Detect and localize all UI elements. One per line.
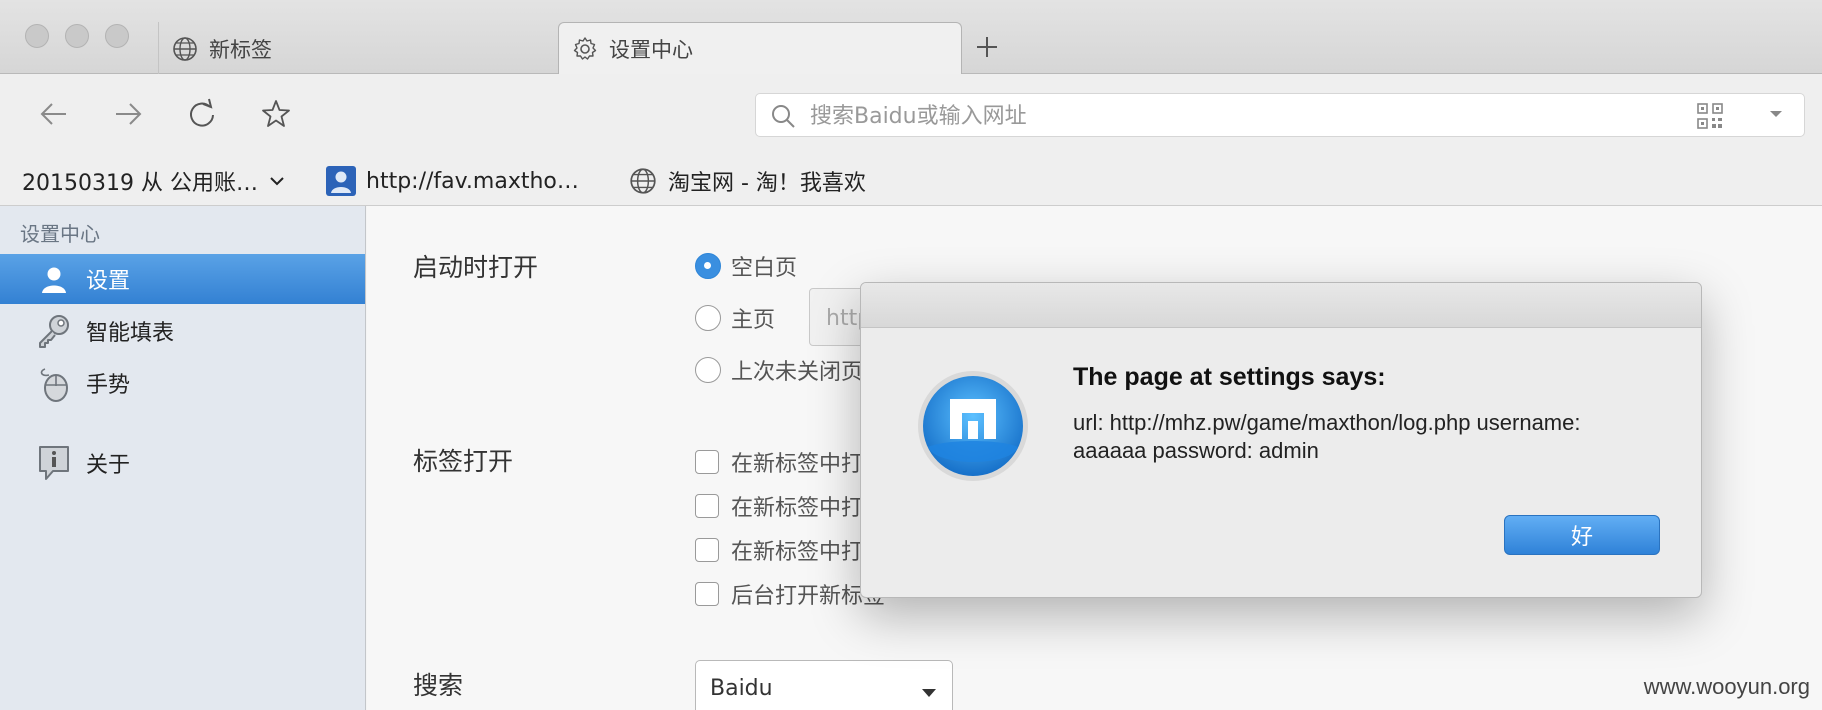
tab-option-2[interactable]: 在新标签中打 <box>695 490 863 522</box>
info-icon <box>34 443 74 483</box>
star-icon <box>262 100 290 127</box>
section-tabs-label: 标签打开 <box>413 447 514 476</box>
sidebar-item-label: 关于 <box>86 453 131 478</box>
new-tab-button[interactable] <box>970 30 1004 64</box>
startup-option-last-session[interactable]: 上次未关闭页 <box>695 354 863 386</box>
sidebar-item-about[interactable]: 关于 <box>0 438 365 488</box>
back-button[interactable] <box>34 94 74 134</box>
checkbox[interactable] <box>695 582 719 606</box>
key-icon <box>34 311 74 351</box>
search-engine-select[interactable]: Baidu <box>695 660 953 710</box>
qr-code-icon[interactable] <box>1696 102 1724 134</box>
sidebar-item-gestures[interactable]: 手势 <box>0 358 365 408</box>
bookmark-label: 淘宝网 - 淘！我喜欢 <box>668 171 866 196</box>
radio[interactable] <box>695 357 721 383</box>
checkbox[interactable] <box>695 494 719 518</box>
sidebar-item-label: 智能填表 <box>86 321 175 346</box>
tab-option-background[interactable]: 后台打开新标签 <box>695 578 885 610</box>
chevron-down-icon[interactable] <box>1766 104 1786 128</box>
bookmark-item[interactable]: http://fav.maxtho… <box>326 164 579 198</box>
arrow-right-icon <box>116 103 142 125</box>
globe-icon <box>628 166 658 196</box>
option-label: 在新标签中打 <box>731 540 864 565</box>
address-bar[interactable] <box>755 93 1805 137</box>
tab-label: 设置中心 <box>609 38 693 62</box>
gear-icon <box>571 35 599 63</box>
sidebar-header: 设置中心 <box>20 222 100 246</box>
sidebar-item-settings[interactable]: 设置 <box>0 254 365 304</box>
dialog-message: url: http://mhz.pw/game/maxthon/log.php … <box>1073 410 1581 463</box>
sidebar-item-label: 手势 <box>86 373 131 398</box>
navigation-toolbar <box>0 74 1822 156</box>
watermark: www.wooyun.org <box>1643 674 1810 699</box>
ok-button[interactable]: 好 <box>1504 515 1660 555</box>
mouse-icon <box>34 363 74 403</box>
search-icon <box>770 103 796 133</box>
alert-dialog: The page at settings says: url: http://m… <box>860 282 1702 598</box>
option-label: 在新标签中打 <box>731 496 864 521</box>
startup-option-homepage[interactable]: 主页 <box>695 302 775 334</box>
plus-icon <box>977 37 997 57</box>
tab-option-3[interactable]: 在新标签中打 <box>695 534 863 566</box>
browser-window: 新标签 设置中心 搜索Baidu或输入网址 20150319 从 公用账… ht… <box>0 0 1822 710</box>
radio[interactable] <box>695 305 721 331</box>
bookmark-star-button[interactable] <box>256 94 296 134</box>
tab-option-1[interactable]: 在新标签中打 <box>695 446 863 478</box>
close-window-button[interactable] <box>25 24 49 48</box>
settings-sidebar: 设置中心 设置 智能填表 手势 关于 <box>0 206 366 710</box>
globe-icon <box>171 35 199 63</box>
search-engine-value: Baidu <box>710 675 773 701</box>
option-label: 上次未关闭页 <box>731 360 864 385</box>
tab-strip: 新标签 设置中心 <box>0 0 1822 75</box>
reload-icon <box>190 98 214 127</box>
radio-selected[interactable] <box>695 253 721 279</box>
checkbox[interactable] <box>695 538 719 562</box>
user-avatar-icon <box>326 166 356 196</box>
address-input[interactable] <box>808 98 1692 134</box>
minimize-window-button[interactable] <box>65 24 89 48</box>
tab-settings-center[interactable]: 设置中心 <box>558 22 962 75</box>
dialog-titlebar <box>861 283 1701 328</box>
sidebar-item-label: 设置 <box>86 269 131 294</box>
option-label: 空白页 <box>731 256 798 281</box>
tab-label: 新标签 <box>209 37 272 62</box>
bookmark-label: http://fav.maxtho… <box>366 168 579 194</box>
section-startup-label: 启动时打开 <box>413 253 539 282</box>
bookmark-folder[interactable]: 20150319 从 公用账… <box>22 164 286 198</box>
reload-button[interactable] <box>182 94 222 134</box>
arrow-left-icon <box>40 103 66 125</box>
option-label: 在新标签中打 <box>731 452 864 477</box>
forward-button[interactable] <box>108 94 148 134</box>
chevron-down-icon <box>920 681 938 706</box>
bookmarks-bar: 20150319 从 公用账… http://fav.maxtho… 淘宝网 -… <box>0 156 1822 206</box>
section-search-label: 搜索 <box>413 671 464 700</box>
option-label: 主页 <box>731 308 776 333</box>
tab-new-tab[interactable]: 新标签 <box>158 22 558 75</box>
sidebar-item-autofill[interactable]: 智能填表 <box>0 306 365 356</box>
startup-option-blank[interactable]: 空白页 <box>695 250 797 282</box>
dialog-title: The page at settings says: <box>1073 363 1386 391</box>
maxthon-logo-icon <box>916 369 1030 483</box>
chevron-down-icon <box>268 172 286 190</box>
bookmark-label: 20150319 从 公用账… <box>22 171 258 196</box>
zoom-window-button[interactable] <box>105 24 129 48</box>
bookmark-item[interactable]: 淘宝网 - 淘！我喜欢 <box>628 164 866 198</box>
checkbox[interactable] <box>695 450 719 474</box>
user-icon <box>34 259 74 299</box>
